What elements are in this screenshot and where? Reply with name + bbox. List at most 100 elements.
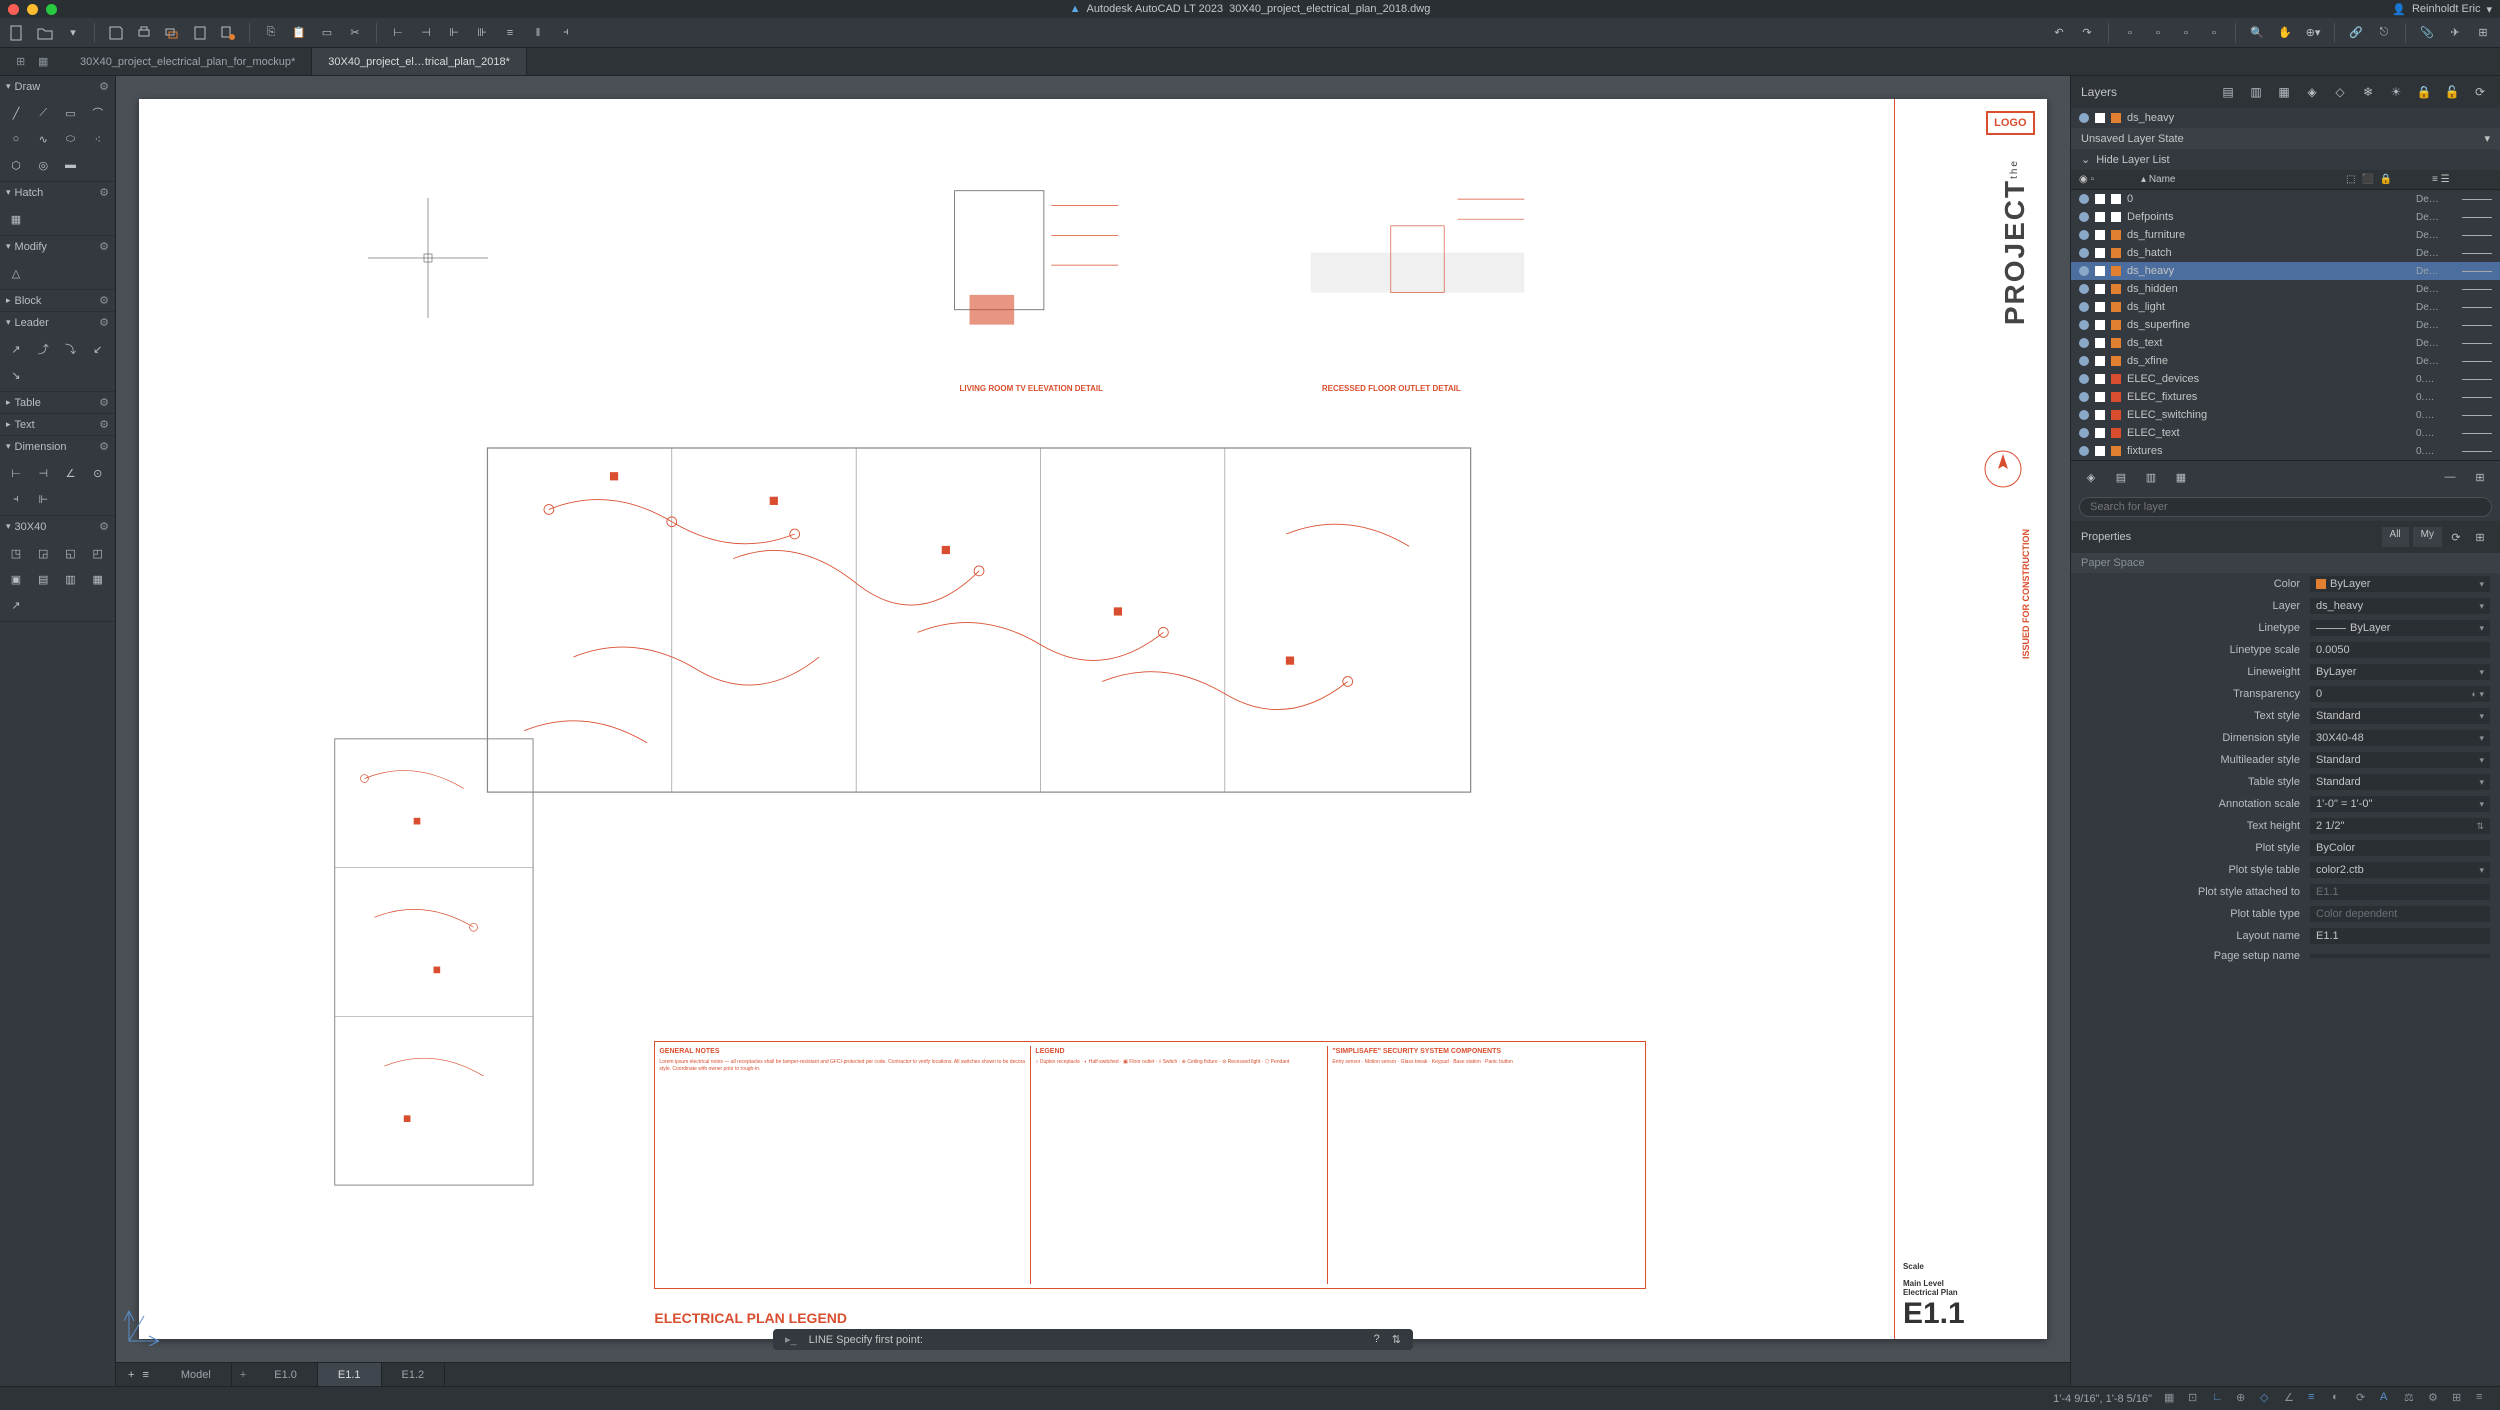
layer-color-swatch[interactable]: [2111, 266, 2121, 276]
property-value-cell[interactable]: Standard▾: [2310, 752, 2490, 768]
ellipse-tool[interactable]: ⬭: [59, 127, 83, 151]
layer-color-swatch[interactable]: [2111, 230, 2121, 240]
sb-otrack-icon[interactable]: ∠: [2284, 1391, 2300, 1407]
custom2-tool[interactable]: ◲: [31, 541, 55, 565]
region-tool[interactable]: ▬: [59, 153, 83, 177]
layer-btn-8[interactable]: 🔒: [2414, 82, 2434, 102]
close-window-button[interactable]: [8, 4, 19, 15]
help-icon[interactable]: ?: [1374, 1333, 1380, 1346]
dim-tool3-icon[interactable]: ⊩: [445, 24, 463, 42]
layer-vis-icon[interactable]: [2079, 194, 2089, 204]
layer-vis-icon[interactable]: [2079, 338, 2089, 348]
gear-icon[interactable]: ⚙: [99, 186, 109, 199]
mirror-tool[interactable]: △: [4, 261, 28, 285]
property-value-cell[interactable]: 2 1/2"⇅: [2310, 818, 2490, 834]
text-section-header[interactable]: ▸ Text ⚙: [0, 414, 115, 435]
layer-freeze-icon[interactable]: [2095, 212, 2105, 222]
space-dropdown[interactable]: Paper Space: [2071, 553, 2500, 573]
gear-icon[interactable]: ⚙: [99, 396, 109, 409]
layer-row[interactable]: ELEC_text 0.…: [2071, 424, 2500, 442]
custom3-tool[interactable]: ◱: [59, 541, 83, 565]
layer-vis-icon[interactable]: [2079, 428, 2089, 438]
publish-icon[interactable]: [219, 24, 237, 42]
layer-vis-icon[interactable]: [2079, 356, 2089, 366]
layer-color-swatch[interactable]: [2111, 428, 2121, 438]
hide-layer-list-toggle[interactable]: ⌄ Hide Layer List: [2071, 149, 2500, 170]
layer-row[interactable]: ds_hidden De…: [2071, 280, 2500, 298]
dim-cont-tool[interactable]: ⫞: [4, 487, 28, 511]
property-value-cell[interactable]: Standard▾: [2310, 774, 2490, 790]
layer-row[interactable]: ds_xfine De…: [2071, 352, 2500, 370]
sb-cycle-icon[interactable]: ⟳: [2356, 1391, 2372, 1407]
custom5-tool[interactable]: ▣: [4, 567, 28, 591]
layout-menu-icon[interactable]: ≡: [142, 1369, 148, 1381]
pan-icon[interactable]: ✋: [2276, 24, 2294, 42]
gear-icon[interactable]: ⚙: [99, 240, 109, 253]
gear-icon[interactable]: ⚙: [99, 316, 109, 329]
dim-tool5-icon[interactable]: ≡: [501, 24, 519, 42]
layer-btn-9[interactable]: 🔓: [2442, 82, 2462, 102]
props-btn-1[interactable]: ⟳: [2446, 527, 2466, 547]
dim-tool6-icon[interactable]: ‖: [529, 24, 547, 42]
layer-color-swatch[interactable]: [2111, 356, 2121, 366]
current-layer-vis-icon[interactable]: [2079, 113, 2089, 123]
layer-row[interactable]: ds_hatch De…: [2071, 244, 2500, 262]
layer-color-swatch[interactable]: [2111, 338, 2121, 348]
dim-radius-tool[interactable]: ⊙: [86, 461, 110, 485]
current-layer-color-swatch[interactable]: [2111, 113, 2121, 123]
file-tab-1[interactable]: 30X40_project_el…trical_plan_2018*: [312, 48, 527, 75]
draw-section-header[interactable]: ▾ Draw ⚙: [0, 76, 115, 97]
add-layout-icon[interactable]: +: [128, 1369, 134, 1381]
layer-vis-icon[interactable]: [2079, 284, 2089, 294]
layer-freeze-icon[interactable]: [2095, 338, 2105, 348]
doc4-icon[interactable]: ▫: [2205, 24, 2223, 42]
property-value-cell[interactable]: Color dependent: [2310, 906, 2490, 922]
property-value-cell[interactable]: ds_heavy▾: [2310, 598, 2490, 614]
dim-tool2-icon[interactable]: ⊣: [417, 24, 435, 42]
dim-tool4-icon[interactable]: ⊪: [473, 24, 491, 42]
layer-row[interactable]: Defpoints De…: [2071, 208, 2500, 226]
layer-btn-3[interactable]: ▦: [2274, 82, 2294, 102]
layer-color-swatch[interactable]: [2111, 392, 2121, 402]
layout-tab-model[interactable]: Model: [161, 1363, 232, 1386]
dim-linear-tool[interactable]: ⊢: [4, 461, 28, 485]
batch-plot-icon[interactable]: [163, 24, 181, 42]
layer-row[interactable]: ELEC_switching 0.…: [2071, 406, 2500, 424]
sb-polar-icon[interactable]: ⊕: [2236, 1391, 2252, 1407]
rect-tool[interactable]: ▭: [59, 101, 83, 125]
arc-tool[interactable]: ⌒: [86, 101, 110, 125]
circle-tool[interactable]: ○: [4, 127, 28, 151]
layer-btn-6[interactable]: ❄: [2358, 82, 2378, 102]
layer-btn-1[interactable]: ▤: [2218, 82, 2238, 102]
layer-freeze-icon[interactable]: [2095, 392, 2105, 402]
dim-tool7-icon[interactable]: ⫞: [557, 24, 575, 42]
layer-row[interactable]: ds_light De…: [2071, 298, 2500, 316]
zoom-icon[interactable]: ⊕▾: [2304, 24, 2322, 42]
layer-vis-icon[interactable]: [2079, 248, 2089, 258]
doc3-icon[interactable]: ▫: [2177, 24, 2195, 42]
select-icon[interactable]: ▭: [318, 24, 336, 42]
file-tab-0[interactable]: 30X40_project_electrical_plan_for_mockup…: [64, 48, 312, 75]
layout-tab-e11[interactable]: E1.1: [318, 1363, 382, 1386]
layer-color-swatch[interactable]: [2111, 374, 2121, 384]
sb-ws-icon[interactable]: ⚙: [2428, 1391, 2444, 1407]
layer-btn-10[interactable]: ⟳: [2470, 82, 2490, 102]
layer-row[interactable]: fixtures 0.…: [2071, 442, 2500, 460]
props-tab-my[interactable]: My: [2413, 527, 2442, 547]
layer-vis-icon[interactable]: [2079, 410, 2089, 420]
user-chevron-icon[interactable]: ▾: [2486, 3, 2492, 16]
maximize-window-button[interactable]: [46, 4, 57, 15]
layer-vis-icon[interactable]: [2079, 230, 2089, 240]
undo-icon[interactable]: ↶: [2050, 24, 2068, 42]
link2-icon[interactable]: ⎋: [2375, 24, 2393, 42]
layer-tb2-3[interactable]: ▥: [2141, 467, 2161, 487]
property-value-cell[interactable]: ByColor: [2310, 840, 2490, 856]
sb-monitor-icon[interactable]: ⊞: [2452, 1391, 2468, 1407]
layer-freeze-icon[interactable]: [2095, 230, 2105, 240]
current-layer-freeze-icon[interactable]: [2095, 113, 2105, 123]
30x40-section-header[interactable]: ▾ 30X40 ⚙: [0, 516, 115, 537]
add-model-icon[interactable]: +: [232, 1369, 254, 1381]
table-section-header[interactable]: ▸ Table ⚙: [0, 392, 115, 413]
modify-section-header[interactable]: ▾ Modify ⚙: [0, 236, 115, 257]
custom1-tool[interactable]: ◳: [4, 541, 28, 565]
